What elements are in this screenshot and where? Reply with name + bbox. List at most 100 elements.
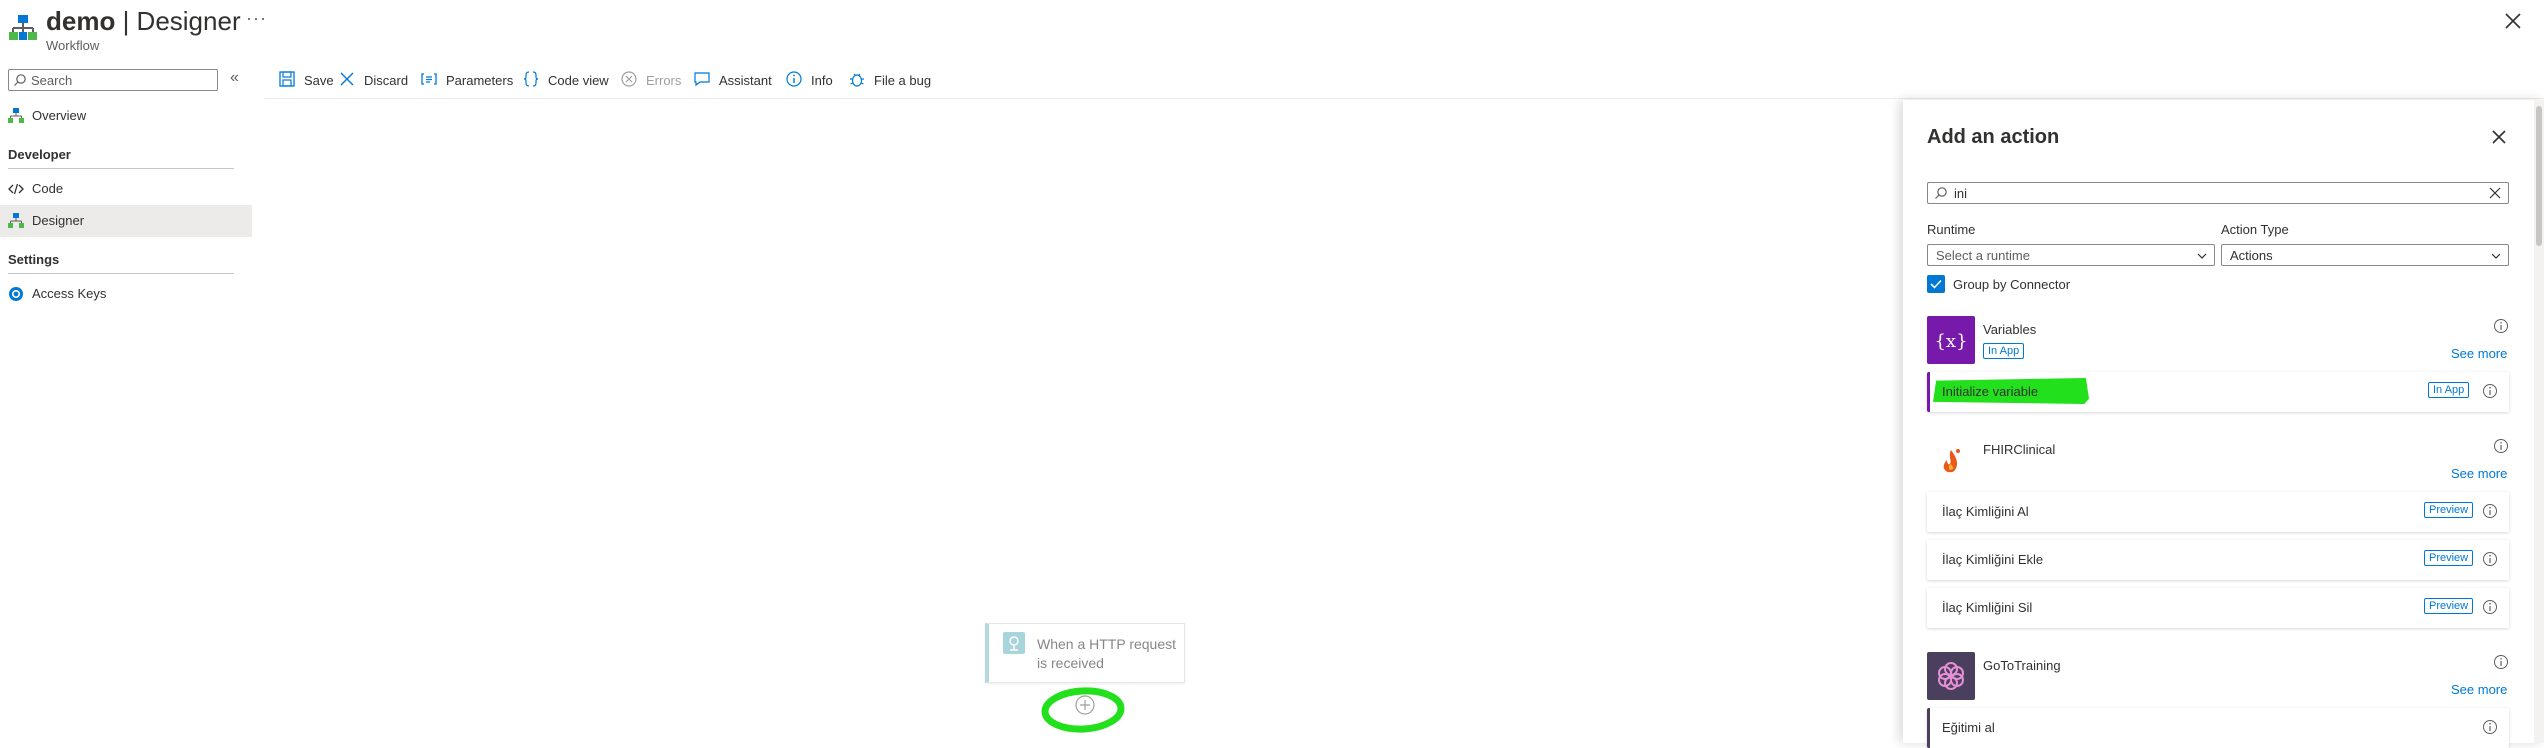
gototraining-connector-icon — [1927, 652, 1975, 700]
sidebar-search[interactable] — [8, 69, 218, 91]
action-ilac-kimligini-sil[interactable]: İlaç Kimliğini Sil Preview — [1927, 588, 2509, 628]
action-type-label: Action Type — [2221, 222, 2289, 237]
info-icon[interactable] — [2493, 438, 2509, 454]
svg-text:{x}: {x} — [1934, 331, 1967, 352]
connector-name-fhirclinical: FHIRClinical — [1983, 442, 2056, 457]
trigger-card-http-request[interactable]: When a HTTP request is received — [985, 623, 1185, 683]
close-icon[interactable] — [2489, 127, 2509, 147]
preview-badge: Preview — [2424, 598, 2474, 614]
add-action-panel: Add an action Runtime Select a runtime A… — [1903, 100, 2544, 748]
in-app-badge: In App — [2428, 382, 2470, 398]
designer-icon — [8, 213, 24, 228]
logic-app-icon — [9, 15, 37, 40]
info-icon[interactable] — [2493, 654, 2509, 670]
action-label: Eğitimi al — [1942, 720, 1995, 735]
chat-icon — [694, 72, 710, 87]
action-label: Initialize variable — [1942, 384, 2039, 399]
discard-label: Discard — [364, 73, 409, 88]
errors-label: Errors — [646, 73, 682, 88]
info-icon[interactable] — [2482, 551, 2498, 567]
page-name: Designer — [136, 6, 241, 36]
sidebar-search-input[interactable] — [31, 72, 211, 88]
sidebar-item-label: Designer — [32, 213, 85, 228]
more-options-button[interactable]: ··· — [246, 8, 267, 29]
sidebar-item-code[interactable]: Code — [0, 173, 252, 205]
sidebar-item-designer[interactable]: Designer — [0, 205, 252, 237]
action-search-input[interactable] — [1954, 185, 2454, 201]
divider — [8, 168, 234, 169]
group-by-connector-checkbox[interactable] — [1927, 275, 1945, 293]
action-label: İlaç Kimliğini Ekle — [1942, 552, 2044, 567]
preview-badge: Preview — [2424, 550, 2474, 566]
info-icon[interactable] — [2482, 503, 2498, 519]
connector-name-gototraining: GoToTraining — [1983, 658, 2061, 673]
connector-name-variables: Variables — [1983, 322, 2037, 337]
info-icon[interactable] — [2482, 383, 2498, 399]
divider — [8, 273, 234, 274]
code-view-label: Code view — [548, 73, 609, 88]
info-icon — [786, 71, 802, 87]
action-ilac-kimligini-al[interactable]: İlaç Kimliğini Al Preview — [1927, 492, 2509, 532]
checkmark-icon — [1930, 279, 1942, 289]
runtime-dropdown[interactable]: Select a runtime — [1927, 244, 2215, 266]
chevron-down-icon — [2197, 253, 2207, 259]
runtime-label: Runtime — [1927, 222, 1976, 237]
page-title: demo | Designer — [46, 6, 241, 37]
see-more-link[interactable]: See more — [2451, 346, 2507, 361]
clear-icon[interactable] — [2488, 186, 2502, 200]
error-icon — [621, 71, 637, 87]
key-icon — [9, 287, 23, 301]
sidebar-item-label: Overview — [32, 108, 87, 123]
divider — [264, 98, 2544, 99]
action-label: İlaç Kimliğini Sil — [1942, 600, 2033, 615]
insert-step-button[interactable] — [1040, 686, 1126, 736]
page-header: demo | Designer Workflow ··· — [0, 0, 2544, 62]
page-subtitle: Workflow — [46, 38, 100, 53]
info-icon[interactable] — [2493, 318, 2509, 334]
group-by-connector-label: Group by Connector — [1953, 277, 2071, 292]
assistant-label: Assistant — [719, 73, 772, 88]
save-icon — [279, 71, 295, 87]
discard-icon — [340, 72, 354, 86]
section-heading-settings: Settings — [8, 252, 60, 267]
sidebar-item-overview[interactable]: Overview — [0, 100, 252, 132]
search-icon — [1935, 187, 1947, 199]
info-label: Info — [811, 73, 833, 88]
save-label: Save — [304, 73, 334, 88]
resource-name: demo — [46, 6, 116, 36]
trigger-label: When a HTTP request is received — [1037, 636, 1177, 671]
code-icon — [8, 183, 24, 195]
variables-connector-icon: {x} — [1927, 316, 1975, 364]
panel-scrollbar[interactable] — [2534, 100, 2544, 743]
bug-icon — [850, 73, 864, 87]
action-search[interactable] — [1927, 182, 2509, 204]
info-icon[interactable] — [2482, 599, 2498, 615]
http-request-icon — [1003, 632, 1025, 654]
see-more-link[interactable]: See more — [2451, 466, 2507, 481]
parameters-icon — [421, 73, 437, 85]
action-ilac-kimligini-ekle[interactable]: İlaç Kimliğini Ekle Preview — [1927, 540, 2509, 580]
action-type-dropdown[interactable]: Actions — [2221, 244, 2509, 266]
action-type-value: Actions — [2230, 248, 2273, 263]
sidebar-item-label: Access Keys — [32, 286, 107, 301]
fhirclinical-connector-icon — [1927, 436, 1975, 484]
close-icon[interactable] — [2500, 8, 2526, 34]
collapse-sidebar-button[interactable]: « — [230, 69, 239, 87]
sidebar-item-label: Code — [32, 181, 64, 196]
parameters-label: Parameters — [446, 73, 514, 88]
overview-icon — [8, 108, 24, 123]
info-icon[interactable] — [2482, 719, 2498, 735]
sidebar-item-access-keys[interactable]: Access Keys — [0, 278, 252, 310]
scrollbar-thumb[interactable] — [2536, 106, 2542, 246]
panel-title: Add an action — [1927, 126, 2060, 148]
see-more-link[interactable]: See more — [2451, 682, 2507, 697]
action-egitimi-al[interactable]: Eğitimi al — [1927, 708, 2509, 748]
runtime-placeholder: Select a runtime — [1936, 248, 2030, 263]
title-separator: | — [115, 6, 137, 36]
action-label: İlaç Kimliğini Al — [1942, 504, 2029, 519]
search-icon — [14, 74, 26, 86]
action-initialize-variable[interactable]: Initialize variable In App — [1927, 372, 2509, 412]
chevron-down-icon — [2491, 253, 2501, 259]
file-bug-label: File a bug — [874, 73, 932, 88]
braces-icon — [523, 71, 539, 87]
